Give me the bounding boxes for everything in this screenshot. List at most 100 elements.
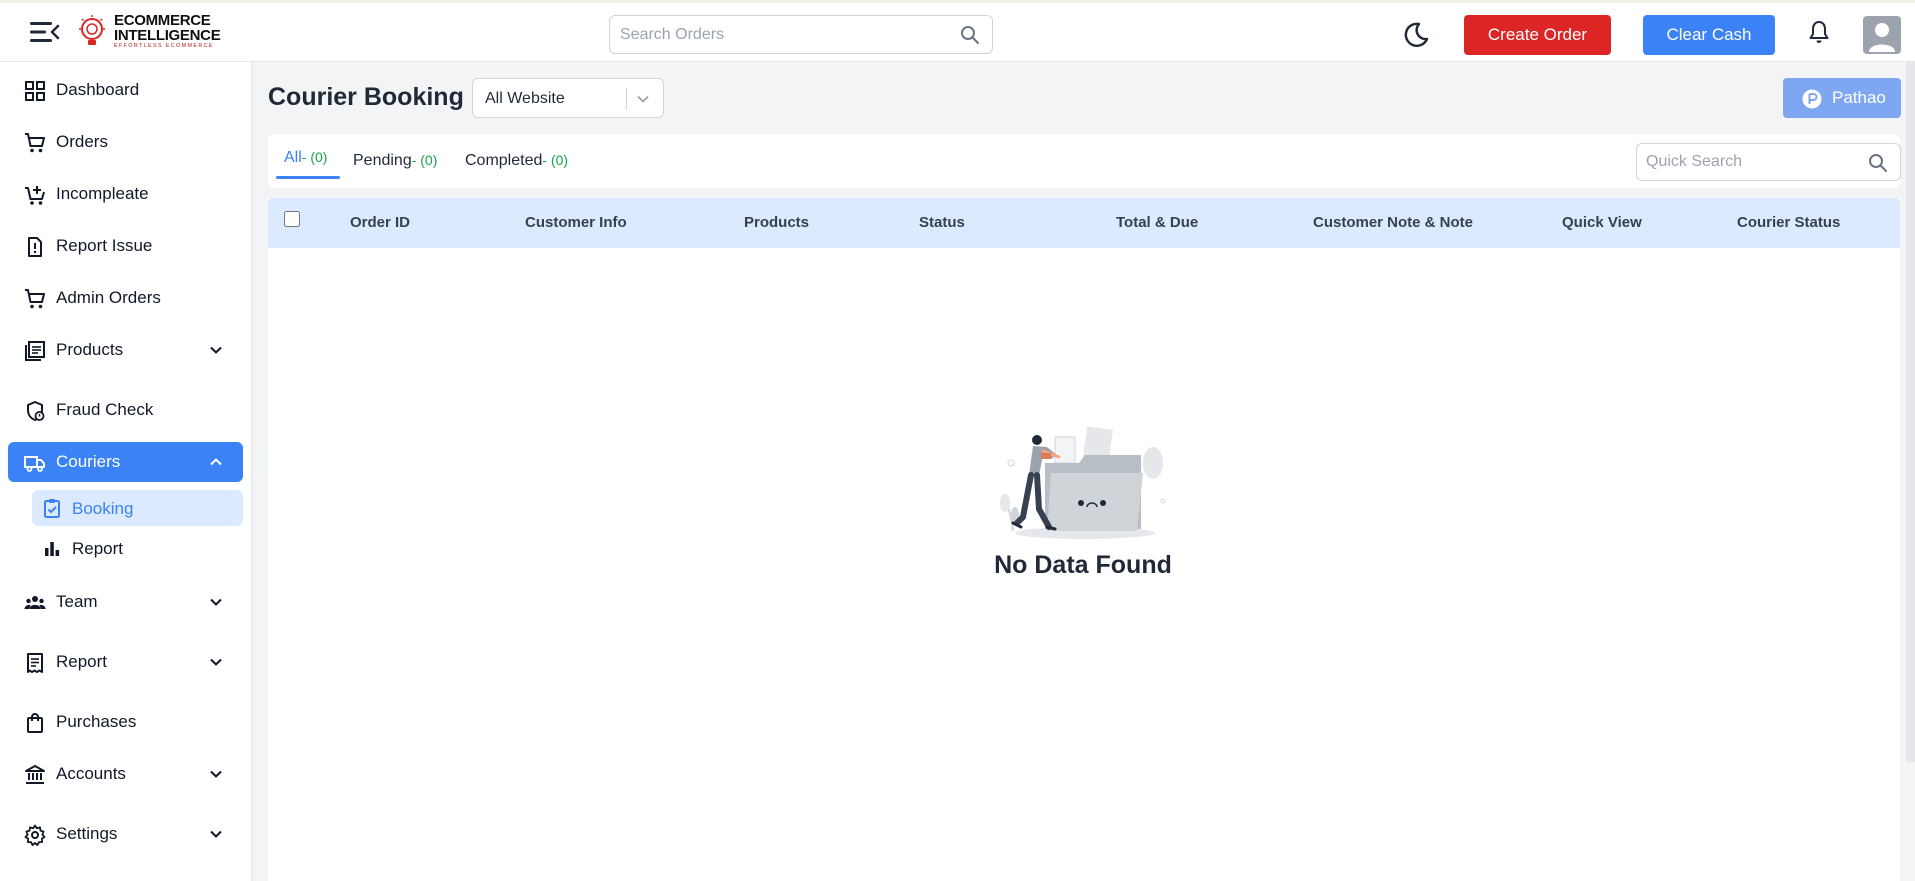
pathao-button-label: Pathao <box>1832 88 1886 107</box>
sidebar-item-team[interactable]: Team <box>8 582 243 622</box>
cart-icon <box>25 133 45 153</box>
logo-tagline: EFFORTLESS ECOMMERCE <box>114 42 214 49</box>
sidebar-item-report-issue[interactable]: Report Issue <box>8 226 243 266</box>
sidebar-item-label: Dashboard <box>56 80 140 99</box>
dashboard-grid-icon <box>25 81 45 101</box>
fraud-check-icon <box>27 401 45 421</box>
sidebar-subitem-report[interactable]: Report <box>32 530 243 566</box>
chevron-down-icon <box>210 830 222 838</box>
report-issue-icon <box>28 237 42 257</box>
sidebar-subitem-label: Report <box>72 539 124 558</box>
empty-folder-illustration <box>1000 426 1166 539</box>
sidebar-item-label: Couriers <box>56 452 121 471</box>
order-search-box <box>609 15 993 54</box>
sidebar-item-label: Team <box>56 592 98 611</box>
chevron-up-icon <box>210 458 222 466</box>
sidebar-item-orders[interactable]: Orders <box>8 122 243 162</box>
column-header-customer-info: Customer Info <box>525 214 627 231</box>
chevron-down-icon <box>210 770 222 778</box>
column-header-customer-note: Customer Note & Note <box>1313 214 1474 231</box>
active-tab-indicator <box>276 176 340 179</box>
chevron-down-icon <box>210 658 222 666</box>
bar-chart-icon <box>45 542 60 556</box>
sidebar-item-label: Report Issue <box>56 236 153 255</box>
tab-all[interactable]: All- (0) <box>284 149 327 167</box>
team-users-icon <box>24 596 46 609</box>
tab-pending[interactable]: Pending- (0) <box>353 152 437 170</box>
sidebar-item-label: Purchases <box>56 712 137 731</box>
sidebar-item-admin-orders[interactable]: Admin Orders <box>8 278 243 318</box>
sidebar-subitem-label: Booking <box>72 499 134 518</box>
bulb-logo-icon <box>79 15 105 45</box>
tab-count: - (0) <box>301 149 328 165</box>
sidebar-item-label: Products <box>56 340 124 359</box>
receipt-report-icon <box>27 653 43 673</box>
cart-icon <box>25 289 45 309</box>
search-icon[interactable] <box>1868 153 1888 173</box>
sidebar-item-purchases[interactable]: Purchases <box>8 702 243 742</box>
page-title: Courier Booking <box>268 83 464 111</box>
tab-label: Pending <box>353 152 412 169</box>
menu-collapse-icon[interactable] <box>28 19 60 45</box>
quick-search-box <box>1636 143 1901 181</box>
column-header-courier-status: Courier Status <box>1737 214 1841 231</box>
sidebar-item-settings[interactable]: Settings <box>8 814 243 854</box>
pathao-logo-icon <box>1802 89 1822 109</box>
create-order-button[interactable]: Create Order <box>1464 15 1611 55</box>
sidebar-item-dashboard[interactable]: Dashboard <box>8 70 243 110</box>
sidebar-item-label: Fraud Check <box>56 400 154 419</box>
chevron-down-icon <box>637 95 649 103</box>
top-bar: ECOMMERCE INTELLIGENCE EFFORTLESS ECOMME… <box>0 0 1915 62</box>
sidebar-item-fraud-check[interactable]: Fraud Check <box>8 390 243 430</box>
table-header: Order ID Customer Info Products Status T… <box>268 198 1900 248</box>
column-header-products: Products <box>744 214 810 231</box>
sidebar-item-label: Incompleate <box>56 184 149 203</box>
sidebar-item-report[interactable]: Report <box>8 642 243 682</box>
notification-bell-icon[interactable] <box>1808 19 1830 45</box>
tab-label: All <box>284 149 302 166</box>
tab-completed[interactable]: Completed- (0) <box>465 152 568 170</box>
column-header-quick-view: Quick View <box>1562 214 1642 231</box>
dark-mode-toggle-icon[interactable] <box>1400 20 1430 50</box>
cart-add-icon <box>25 186 45 205</box>
user-icon <box>1869 23 1895 52</box>
website-select-value: All Website <box>485 90 565 107</box>
order-search-input[interactable] <box>610 16 930 53</box>
column-header-status: Status <box>919 214 965 231</box>
tab-label: Completed <box>465 152 543 169</box>
select-divider <box>626 88 627 110</box>
page-scrollbar[interactable] <box>1906 62 1915 762</box>
sidebar-item-label: Accounts <box>56 764 126 783</box>
logo-text-line2: INTELLIGENCE <box>114 26 221 44</box>
chevron-down-icon <box>210 346 222 354</box>
logo-text-line1: ECOMMERCE <box>114 11 211 29</box>
sidebar-subitem-booking[interactable]: Booking <box>32 490 243 526</box>
gear-icon <box>24 824 46 846</box>
shopping-bag-icon <box>27 713 43 733</box>
sidebar-item-incompleate[interactable]: Incompleate <box>8 174 243 214</box>
sidebar-item-products[interactable]: Products <box>8 330 243 370</box>
sidebar-item-label: Admin Orders <box>56 288 161 307</box>
empty-state-message: No Data Found <box>994 551 1172 579</box>
truck-icon <box>24 456 45 472</box>
sidebar-item-label: Orders <box>56 132 108 151</box>
pathao-button[interactable]: Pathao <box>1783 78 1901 118</box>
orders-table: Order ID Customer Info Products Status T… <box>268 198 1900 881</box>
user-avatar[interactable] <box>1863 16 1901 54</box>
quick-search-input[interactable] <box>1637 144 1847 180</box>
bank-icon <box>25 765 45 784</box>
sidebar-item-label: Report <box>56 652 108 671</box>
clear-cash-button[interactable]: Clear Cash <box>1643 15 1775 55</box>
sidebar-item-couriers[interactable]: Couriers <box>8 442 243 482</box>
column-header-total-due: Total & Due <box>1116 214 1199 231</box>
sidebar: Dashboard Orders Incompleate Report Issu… <box>0 62 252 881</box>
tab-count: - (0) <box>411 152 438 168</box>
tab-count: - (0) <box>542 152 569 168</box>
website-select[interactable]: All Website <box>472 78 664 118</box>
products-list-icon <box>25 341 45 361</box>
sidebar-item-accounts[interactable]: Accounts <box>8 754 243 794</box>
search-icon[interactable] <box>960 25 980 45</box>
select-all-checkbox[interactable] <box>284 211 300 227</box>
brand-logo[interactable]: ECOMMERCE INTELLIGENCE EFFORTLESS ECOMME… <box>76 11 221 49</box>
status-tabs-bar: All- (0) Pending- (0) Completed- (0) <box>268 134 1901 188</box>
